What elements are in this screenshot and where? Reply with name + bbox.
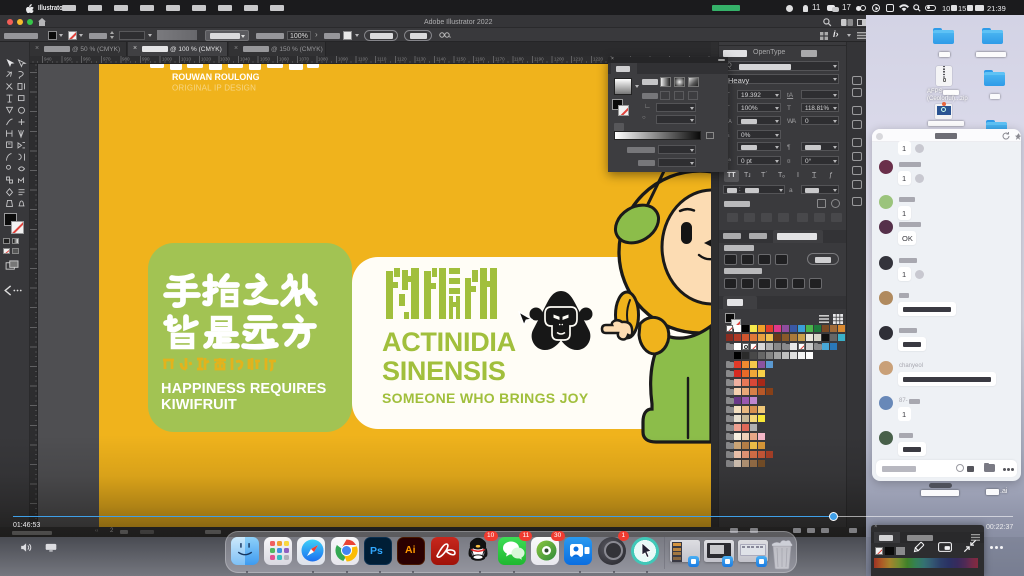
svg-text:HAPPINESS REQUIRES: HAPPINESS REQUIRES: [161, 381, 327, 397]
svg-text:ROUWAN ROULONG: ROUWAN ROULONG: [172, 72, 260, 82]
svg-text:ACTINIDIA: ACTINIDIA: [382, 327, 516, 357]
svg-text:SOMEONE WHO BRINGS JOY: SOMEONE WHO BRINGS JOY: [382, 390, 589, 406]
svg-text:KIWIFRUIT: KIWIFRUIT: [161, 397, 237, 413]
svg-text:ORIGINAL IP DESIGN: ORIGINAL IP DESIGN: [172, 84, 256, 93]
svg-text:SINENSIS: SINENSIS: [382, 356, 506, 386]
